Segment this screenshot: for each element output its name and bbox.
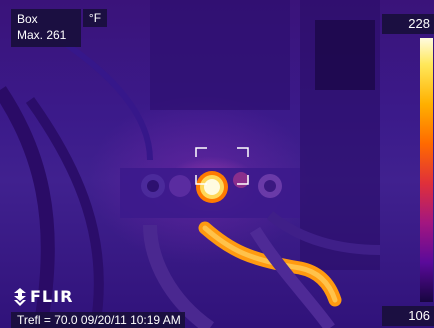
flir-logo-text: FLIR (30, 287, 74, 306)
scale-max-value: 228 (382, 14, 434, 34)
flir-logo-icon (14, 288, 26, 306)
max-temperature-readout: Max. 261 (17, 28, 67, 42)
status-bar: Trefl = 70.0 09/20/11 10:19 AM (11, 312, 185, 328)
scale-min-value: 106 (382, 306, 434, 326)
temperature-unit: °F (83, 9, 107, 27)
measurement-box-reticle[interactable] (195, 147, 249, 185)
flir-logo: FLIR (13, 287, 73, 307)
thermal-viewport (0, 0, 434, 328)
measurement-info-box: Box Max. 261 (11, 9, 81, 47)
temperature-color-scale (420, 38, 433, 302)
measurement-mode-label: Box (17, 12, 38, 26)
